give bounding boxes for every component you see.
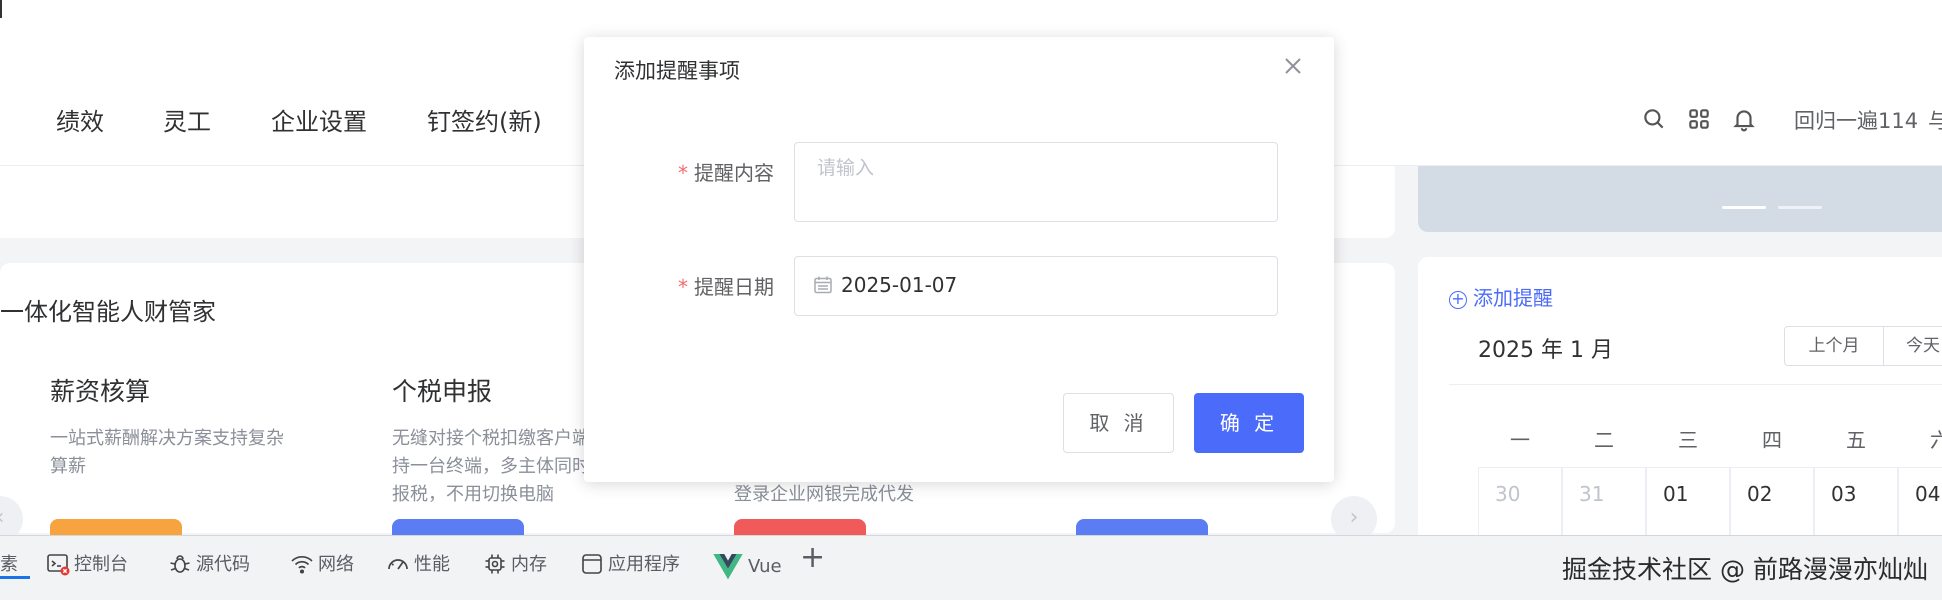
weekday-header: 六 (1930, 428, 1942, 452)
weekday-header: 二 (1594, 428, 1614, 452)
content-label-text: 提醒内容 (694, 161, 774, 185)
devtools-tab-vue[interactable]: Vue (712, 550, 782, 580)
cancel-button[interactable]: 取 消 (1063, 393, 1174, 453)
user-menu-extra[interactable]: 与 (1928, 105, 1942, 135)
devtools-tab-sources[interactable]: 源代码 (168, 550, 250, 580)
watermark: 掘金技术社区 @ 前路漫漫亦灿灿 (1562, 555, 1928, 584)
chip-icon (485, 554, 505, 574)
required-mark: * (678, 275, 688, 299)
bug-icon (170, 555, 190, 573)
calendar-day[interactable]: 02 (1730, 467, 1814, 537)
console-icon (47, 554, 70, 576)
gauge-icon (388, 559, 408, 570)
weekday-header: 四 (1762, 428, 1782, 452)
wifi-icon (291, 555, 313, 574)
tab-label: 性能 (414, 554, 450, 575)
calendar-day[interactable]: 30 (1478, 467, 1562, 537)
feature-desc-payroll: 登录企业网银完成代发 (734, 484, 914, 505)
vue-logo-icon (713, 554, 743, 580)
calendar-month-label: 2025 年 1 月 (1478, 338, 1613, 363)
feature-desc-salary: 一站式薪酬解决方案支持复杂算薪 (50, 428, 284, 477)
devtools-tab-network[interactable]: 网络 (290, 550, 354, 580)
feature-desc-tax: 无缝对接个税扣缴客户端持一台终端，多主体同时报税，不用切换电脑 (392, 428, 590, 505)
tab-label: 应用程序 (608, 554, 680, 575)
devtools-tab-performance[interactable]: 性能 (386, 550, 450, 580)
tab-label: 网络 (318, 554, 354, 575)
add-reminder-label: 添加提醒 (1473, 286, 1553, 310)
calendar-day[interactable]: 31 (1562, 467, 1646, 537)
weekday-header: 五 (1846, 428, 1866, 452)
search-icon[interactable] (1641, 106, 1667, 132)
nav-item-company-settings[interactable]: 企业设置 (271, 102, 367, 137)
close-icon[interactable] (1282, 55, 1304, 77)
dialog-title: 添加提醒事项 (614, 59, 740, 83)
devtools-tab-console[interactable]: 控制台 (46, 550, 128, 580)
calendar-day[interactable]: 03 (1814, 467, 1898, 537)
banner-indicator[interactable] (1778, 206, 1822, 209)
add-reminder-link[interactable]: + 添加提醒 (1449, 282, 1553, 311)
add-reminder-dialog: 添加提醒事项 *提醒内容 *提醒日期 2025-01-07 取 消 确 定 (584, 37, 1334, 482)
tab-label: 控制台 (74, 554, 128, 575)
calendar-day[interactable]: 01 (1646, 467, 1730, 537)
application-icon (582, 554, 602, 574)
weekday-header: 一 (1510, 428, 1530, 452)
today-button[interactable]: 今天 (1883, 326, 1942, 366)
tab-label: 源代码 (196, 554, 250, 575)
weekday-header: 三 (1678, 428, 1698, 452)
calendar-day[interactable]: 04 (1898, 467, 1942, 537)
banner-carousel (1418, 166, 1942, 232)
text-cursor (0, 0, 2, 18)
feature-button-payroll[interactable] (734, 519, 866, 535)
banner-indicator-active[interactable] (1722, 206, 1766, 209)
devtools-tab-memory[interactable]: 内存 (483, 550, 547, 580)
required-mark: * (678, 161, 688, 185)
plus-circle-icon: + (1449, 291, 1467, 309)
tab-label: Vue (748, 556, 782, 577)
feature-title-salary: 薪资核算 (50, 377, 151, 406)
calendar-icon (813, 275, 833, 295)
add-tab-button[interactable]: + (800, 540, 825, 575)
date-field-label: * 提醒日期 (678, 271, 774, 300)
content-field-label: * 提醒内容 (678, 157, 774, 186)
product-card-title: 一体化智能人财管家 (0, 298, 216, 326)
tab-label: 内存 (511, 554, 547, 575)
reminder-content-input[interactable] (794, 142, 1278, 222)
date-label-text: 提醒日期 (694, 275, 774, 299)
feature-button-salary[interactable] (50, 519, 182, 535)
confirm-button[interactable]: 确 定 (1194, 393, 1304, 453)
feature-button-tax[interactable] (392, 519, 524, 535)
calendar-divider (1449, 384, 1942, 385)
nav-item-dingsign[interactable]: 钉签约(新) (427, 102, 542, 137)
prev-month-button[interactable]: 上个月 (1784, 326, 1884, 366)
nav-item-performance[interactable]: 绩效 (56, 102, 104, 137)
feature-title-tax: 个税申报 (392, 377, 493, 406)
devtools-active-indicator (0, 576, 30, 579)
apps-grid-icon[interactable] (1686, 106, 1712, 132)
nav-item-flexible-work[interactable]: 灵工 (163, 102, 211, 137)
user-name[interactable]: 回归一遍114 (1794, 105, 1918, 135)
date-value: 2025-01-07 (841, 273, 958, 297)
devtools-tab-application[interactable]: 应用程序 (580, 550, 680, 580)
feature-button-more[interactable] (1076, 519, 1208, 535)
reminder-date-picker[interactable]: 2025-01-07 (794, 256, 1278, 316)
bell-icon[interactable] (1731, 106, 1757, 132)
